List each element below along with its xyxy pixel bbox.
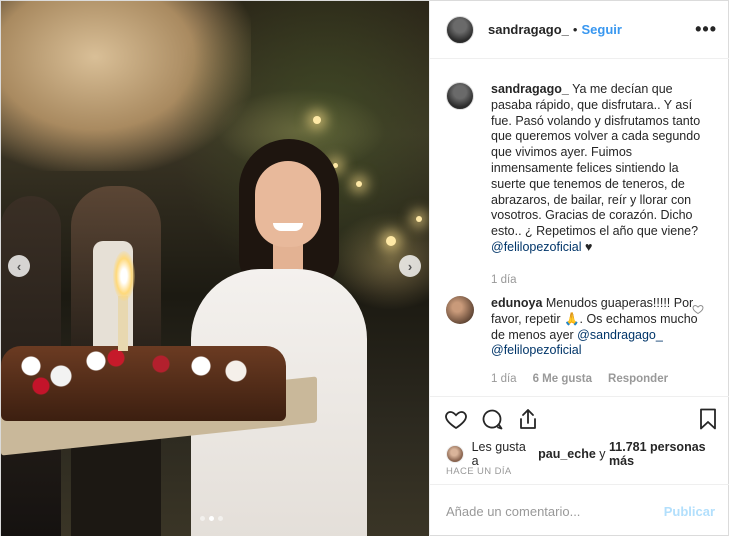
string-light [416,216,422,222]
list-item: edunoya Menudos guaperas!!!!! Por favor,… [446,296,703,359]
comment-body: edunoya Menudos guaperas!!!!! Por favor,… [491,296,703,359]
caption-username[interactable]: sandragago_ [491,82,569,96]
heart-icon[interactable] [692,303,704,315]
caption: sandragago_ Ya me decían que pasaba rápi… [446,82,703,256]
comment-meta: 1 día 6 Me gusta Responder [491,373,668,385]
carousel-dot [200,516,205,521]
likes-user[interactable]: pau_eche [538,447,596,461]
avatar[interactable] [446,82,474,110]
heart-icon[interactable] [444,407,468,431]
likes-prefix: Les gusta a [471,440,526,468]
chevron-right-icon: › [407,258,413,274]
caption-meta: 1 día [491,274,517,286]
comment-time[interactable]: 1 día [491,373,517,385]
string-light [356,181,362,187]
carousel-prev-button[interactable]: ‹ [8,255,30,277]
post-timestamp[interactable]: HACE UN DÍA [446,466,512,477]
candle [118,296,128,351]
likes-count[interactable]: 11.781 personas más [609,440,729,468]
avatar[interactable] [446,445,464,463]
bride-face [255,161,321,247]
likes-summary: Les gusta a pau_eche y 11.781 personas m… [446,440,729,468]
sparkler [113,251,135,301]
comments-list[interactable]: sandragago_ Ya me decían que pasaba rápi… [430,60,729,395]
carousel-dot-active [209,516,214,521]
caption-time[interactable]: 1 día [491,274,517,286]
reply-button[interactable]: Responder [608,373,668,385]
share-icon[interactable] [516,407,540,431]
post-header: sandragago_ • Seguir ••• [430,1,729,59]
post-author-username[interactable]: sandragago_ [488,22,569,37]
caption-text: Ya me decían que pasaba rápido, que disf… [491,82,701,239]
comment-likes[interactable]: 6 Me gusta [533,373,592,385]
carousel-next-button[interactable]: › [399,255,421,277]
post-photo[interactable]: ‹ › [1,1,429,536]
more-options-icon[interactable]: ••• [695,19,717,40]
avatar[interactable] [446,296,474,324]
avatar[interactable] [446,15,474,44]
add-comment-bar: Publicar [430,484,729,536]
comment-username[interactable]: edunoya [491,296,542,310]
cake [1,346,286,421]
comment-input[interactable] [446,503,664,519]
post-actions: Les gusta a pau_eche y 11.781 personas m… [430,396,729,496]
string-light [386,236,396,246]
carousel-dot [218,516,223,521]
caption-body: sandragago_ Ya me decían que pasaba rápi… [491,82,703,256]
bride-smile [273,223,303,231]
separator-dot: • [572,22,578,37]
bookmark-icon[interactable] [696,407,720,431]
caption-mention[interactable]: @felilopezoficial [491,240,582,254]
post-side-panel: sandragago_ • Seguir ••• sandragago_ Ya … [429,1,729,536]
string-light [313,116,321,124]
heart-emoji: ♥ [585,239,593,254]
likes-connector: y [599,447,606,461]
post-modal: ‹ › sandragago_ • Seguir ••• sandragago_ [0,0,729,536]
comment-mention[interactable]: @felilopezoficial [491,343,582,357]
follow-button[interactable]: Seguir [581,22,621,37]
carousel-indicator [200,516,223,521]
comment-mention[interactable]: @sandragago_ [577,328,663,342]
publish-button[interactable]: Publicar [664,504,715,519]
comment-icon[interactable] [480,407,504,431]
chevron-left-icon: ‹ [16,258,22,274]
